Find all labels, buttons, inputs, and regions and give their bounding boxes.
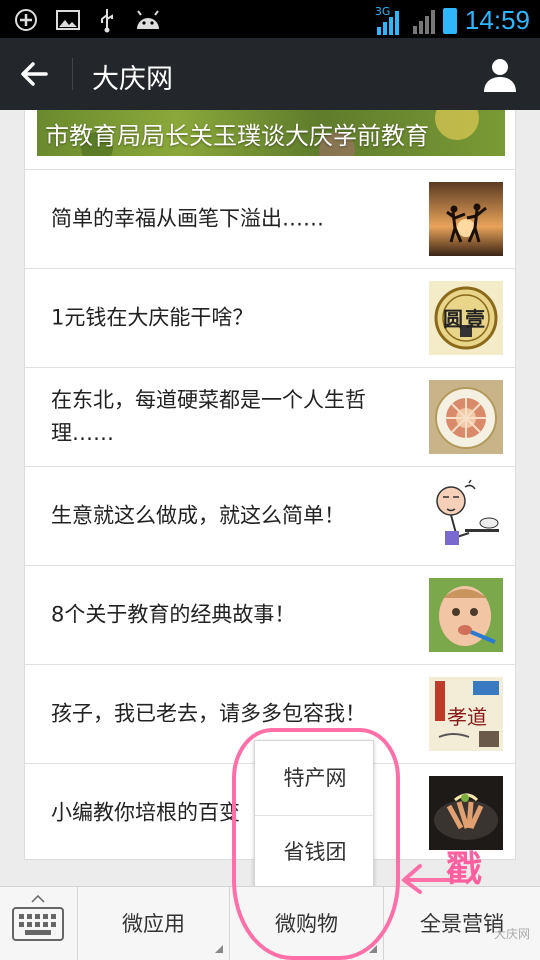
add-circle-icon xyxy=(15,9,37,31)
list-item-title: 在东北，每道硬菜都是一个人生哲理…… xyxy=(51,388,366,445)
title-bar: 大庆网 xyxy=(0,38,540,110)
baby-thumbnail xyxy=(429,578,503,652)
keyboard-toggle[interactable] xyxy=(0,887,78,960)
annotation-label: 戳 xyxy=(446,849,483,890)
menu-panorama-marketing-label: 全景营销 xyxy=(420,912,504,936)
status-bar: 3G 14:59 xyxy=(0,0,540,38)
sunset-silhouette-thumbnail xyxy=(429,182,503,256)
title-divider xyxy=(72,58,73,90)
watermark: 大庆网 xyxy=(493,927,530,941)
submenu-indicator-icon xyxy=(215,945,223,953)
tab-indicator-icon xyxy=(31,895,45,903)
signal-secondary-icon xyxy=(412,8,435,34)
list-item-title: 生意就这么做成，就这么简单！ xyxy=(51,503,345,528)
list-item[interactable]: 8个关于教育的经典故事！ xyxy=(25,565,515,664)
filial-piety-thumbnail: 孝道 xyxy=(429,677,503,751)
signal-icon: 3G xyxy=(375,5,405,35)
dish-thumbnail xyxy=(429,380,503,454)
usb-icon xyxy=(101,9,113,33)
menu-micro-apps-label: 微应用 xyxy=(122,912,185,936)
page-title: 大庆网 xyxy=(92,64,173,95)
battery-icon xyxy=(442,7,457,34)
list-item-title: 8个关于教育的经典故事！ xyxy=(51,602,296,627)
list-item[interactable]: 1元钱在大庆能干啥？ 圆壹 xyxy=(25,268,515,367)
list-item[interactable]: 生意就这么做成，就这么简单！ xyxy=(25,466,515,565)
banner-caption: 市教育局局长关玉璞谈大庆学前教育 xyxy=(45,122,429,150)
back-arrow-icon[interactable] xyxy=(16,56,52,92)
bacon-thumbnail xyxy=(429,776,503,850)
image-icon xyxy=(56,10,80,30)
filial-piety-label: 孝道 xyxy=(447,705,487,729)
list-item[interactable]: 在东北，每道硬菜都是一个人生哲理…… xyxy=(25,367,515,466)
annotation-arrow-icon xyxy=(402,864,452,894)
menu-micro-apps[interactable]: 微应用 xyxy=(78,887,230,960)
list-item-title: 孩子，我已老去，请多多包容我！ xyxy=(51,701,366,726)
list-item[interactable]: 简单的幸福从画笔下溢出…… xyxy=(25,169,515,268)
list-item-title: 1元钱在大庆能干啥？ xyxy=(51,305,254,330)
coin-thumbnail: 圆壹 xyxy=(429,281,503,355)
cartoon-thumbnail xyxy=(429,479,503,553)
list-item-title: 简单的幸福从画笔下溢出…… xyxy=(51,206,324,231)
banner-image[interactable]: 市教育局局长关玉璞谈大庆学前教育 xyxy=(37,110,505,156)
person-icon[interactable] xyxy=(480,54,520,94)
clock: 14:59 xyxy=(464,5,530,35)
keyboard-icon xyxy=(12,907,64,941)
android-icon xyxy=(137,10,159,29)
coin-label: 圆壹 xyxy=(443,307,487,331)
highlight-circle xyxy=(232,728,400,960)
